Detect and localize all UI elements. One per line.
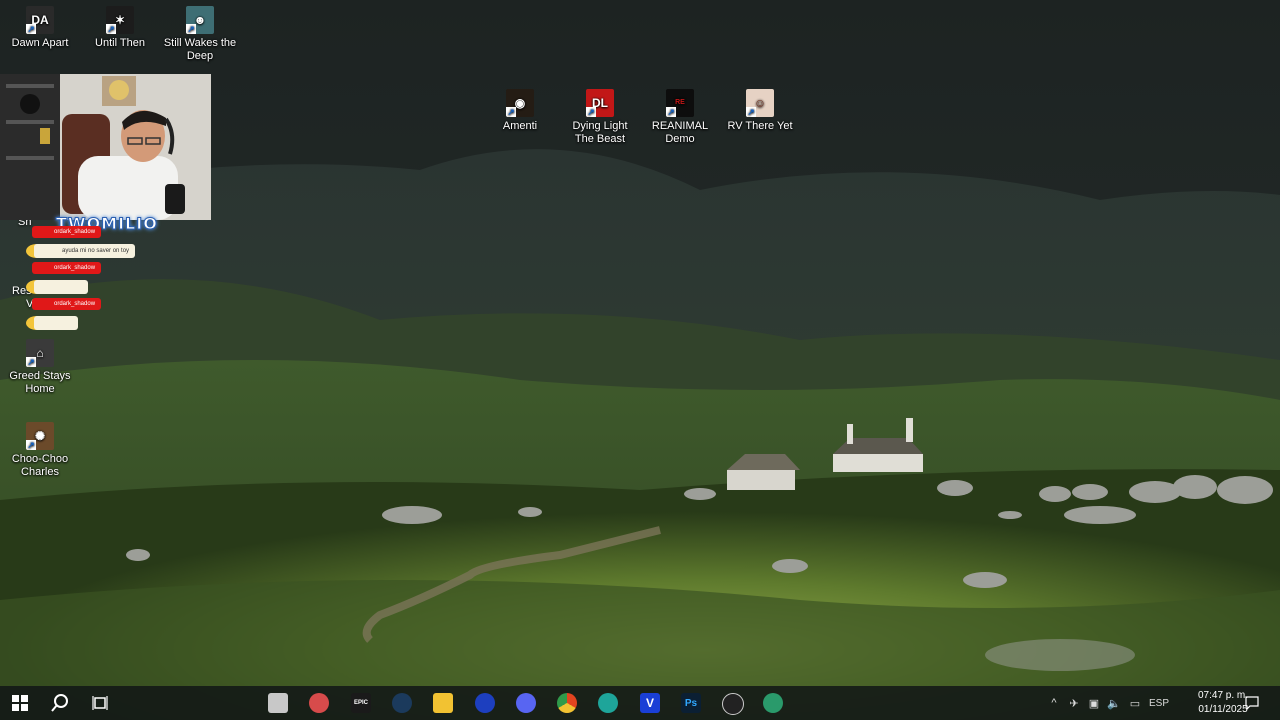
desktop-icon-label: Amenti xyxy=(502,120,538,132)
video-editor-icon[interactable] xyxy=(598,693,618,713)
obs-icon[interactable] xyxy=(722,693,744,715)
vpn-icon[interactable]: ▣ xyxy=(1086,686,1102,720)
game-launcher-icon[interactable] xyxy=(309,693,329,713)
desktop-icon-rv-there-yet[interactable]: ☺ ↗ RV There Yet xyxy=(722,89,798,133)
desktop-icon-label: Until Then xyxy=(95,37,145,49)
chat-message xyxy=(34,280,88,294)
until-then-icon: ✶ ↗ xyxy=(106,6,134,34)
desktop-icon-label: RV There Yet xyxy=(727,120,793,132)
chat-message-row xyxy=(26,316,156,330)
recorder-icon[interactable] xyxy=(763,693,783,713)
steam-icon[interactable] xyxy=(392,693,412,713)
webcam-overlay xyxy=(0,74,211,220)
file-manager-icon[interactable] xyxy=(268,693,288,713)
windows-icon xyxy=(12,695,28,711)
epic-games-icon[interactable]: EPIC xyxy=(351,693,371,713)
file-explorer-icon[interactable] xyxy=(433,693,453,713)
network-activity-icon[interactable]: ✈ xyxy=(1066,686,1082,720)
desktop-icon-label: Choo-Choo Charles xyxy=(11,453,69,478)
amenti-icon: ◉ ↗ xyxy=(506,89,534,117)
notifications-icon[interactable] xyxy=(1242,686,1262,720)
desktop-icon-dawn-apart[interactable]: DA ↗ Dawn Apart xyxy=(2,6,78,50)
search-icon xyxy=(51,694,68,712)
chat-message-row: ayuda mi no saver on toy xyxy=(26,244,156,258)
chat-message xyxy=(34,316,78,330)
dying-light-icon: DL ↗ xyxy=(586,89,614,117)
chrome-icon[interactable] xyxy=(557,693,577,713)
chat-message: ayuda mi no saver on toy xyxy=(34,244,136,258)
reanimal-icon: RE ↗ xyxy=(666,89,694,117)
greed-stays-icon: ⌂ ↗ xyxy=(26,339,54,367)
dawn-apart-icon: DA ↗ xyxy=(26,6,54,34)
media-icon[interactable] xyxy=(475,693,495,713)
desktop-icon-greed-stays-home[interactable]: ⌂ ↗ Greed Stays Home xyxy=(2,339,78,396)
desktop-icon-dying-light-the-beast[interactable]: DL ↗ Dying Light The Beast xyxy=(562,89,638,146)
desktop-icon-label: REANIMAL Demo xyxy=(651,120,709,145)
chat-username: ordark_shadow xyxy=(32,226,102,238)
start-button[interactable] xyxy=(0,686,40,720)
desktop-icon-label: Dying Light The Beast xyxy=(572,120,628,145)
chat-username: ordark_shadow xyxy=(32,262,102,274)
desktop-icon-label: Still Wakes the Deep xyxy=(163,37,237,62)
desktop-icon-reanimal-demo[interactable]: RE ↗ REANIMAL Demo xyxy=(642,89,718,146)
rv-there-yet-icon: ☺ ↗ xyxy=(746,89,774,117)
volume-icon[interactable]: 🔈 xyxy=(1106,686,1122,720)
photoshop-icon[interactable]: Ps xyxy=(681,693,701,713)
desktop-icon-choo-choo-charles[interactable]: ✺ ↗ Choo-Choo Charles xyxy=(2,422,78,479)
network-icon[interactable]: ▭ xyxy=(1126,686,1144,720)
taskbar: EPIC V Ps ^ ✈ ▣ 🔈 ▭ ESP 07:47 p. m. 01/1… xyxy=(0,686,1280,720)
choo-choo-icon: ✺ ↗ xyxy=(26,422,54,450)
discord-icon[interactable] xyxy=(516,693,536,713)
desktop-icon-amenti[interactable]: ◉ ↗ Amenti xyxy=(482,89,558,133)
chat-overlay: ordark_shadow ayuda mi no saver on toy o… xyxy=(26,226,156,334)
v-app-icon[interactable]: V xyxy=(640,693,660,713)
tray-chevron-icon[interactable]: ^ xyxy=(1046,686,1062,720)
language-indicator[interactable]: ESP xyxy=(1146,686,1172,720)
notification-bubble-icon xyxy=(1245,696,1259,710)
chat-username-row: ordark_shadow xyxy=(26,226,156,240)
search-button[interactable] xyxy=(40,686,80,720)
task-view-button[interactable] xyxy=(80,686,120,720)
chat-username: ordark_shadow xyxy=(32,298,102,310)
desktop-icon-label: Dawn Apart xyxy=(11,37,69,49)
chat-message-row xyxy=(26,280,156,294)
still-wakes-icon: ☻ ↗ xyxy=(186,6,214,34)
desktop-icon-still-wakes-the-deep[interactable]: ☻ ↗ Still Wakes the Deep xyxy=(162,6,238,63)
desktop-icon-label: Greed Stays Home xyxy=(9,370,71,395)
chat-username-row: ordark_shadow xyxy=(26,298,156,312)
task-view-icon xyxy=(92,696,108,710)
chat-username-row: ordark_shadow xyxy=(26,262,156,276)
desktop-icon-until-then[interactable]: ✶ ↗ Until Then xyxy=(82,6,158,50)
